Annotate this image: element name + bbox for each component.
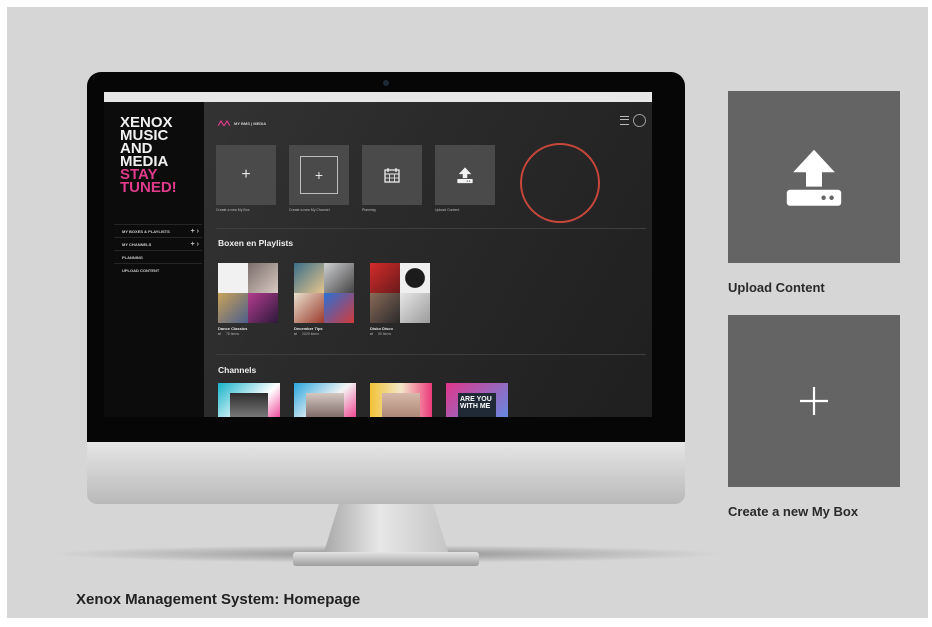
channel-art bbox=[306, 393, 344, 417]
upload-icon bbox=[786, 149, 842, 206]
calendar-icon bbox=[384, 168, 400, 183]
section-title-playlists: Boxen en Playlists bbox=[218, 238, 294, 248]
divider bbox=[216, 228, 646, 229]
upload-content-label: Upload Content bbox=[728, 280, 825, 295]
create-my-box-label: Create a new My Box bbox=[728, 504, 859, 519]
upload-icon bbox=[457, 167, 473, 184]
playlist-count: 90 items bbox=[377, 332, 392, 336]
upload-content-panel[interactable] bbox=[728, 91, 900, 263]
sidebar-item-label: MY BOXES & PLAYLISTS bbox=[122, 228, 170, 234]
sidebar: XENOX MUSIC AND MEDIA STAY TUNED! MY BOX… bbox=[104, 102, 204, 417]
album-art bbox=[370, 263, 430, 323]
create-my-box-panel[interactable] bbox=[728, 315, 900, 487]
playlist-meta: ⇄ 90 items bbox=[370, 332, 430, 336]
channel-card[interactable] bbox=[294, 383, 356, 417]
playlist-name: Disko Disco bbox=[370, 326, 393, 331]
tile-create-my-channel[interactable]: + Create a new My Channel bbox=[289, 145, 349, 212]
tile-label: Planning bbox=[362, 208, 376, 212]
app-logo[interactable]: XENOX MUSIC AND MEDIA STAY TUNED! bbox=[120, 115, 177, 196]
channel-art bbox=[230, 393, 268, 417]
shuffle-icon: ⇄ bbox=[294, 332, 297, 336]
user-icon[interactable] bbox=[633, 114, 646, 127]
monitor-stand-foot bbox=[293, 552, 479, 566]
header-icons bbox=[620, 114, 646, 127]
playlist-meta: ⇄ 2029 items bbox=[294, 332, 354, 336]
album-art bbox=[218, 263, 278, 323]
playlist-count: 2029 items bbox=[301, 332, 320, 336]
add-expand-controls[interactable]: + › bbox=[191, 241, 199, 248]
channel-art-text: ARE YOU WITH ME bbox=[460, 396, 492, 410]
breadcrumb-text: MY BMS | MEDIA bbox=[234, 120, 267, 126]
monitor-stand-neck bbox=[324, 504, 448, 552]
breadcrumb: MY BMS | MEDIA bbox=[218, 120, 266, 126]
action-tiles: + Create a new My Box + Create a new My … bbox=[216, 145, 495, 212]
app-screen: XENOX MUSIC AND MEDIA STAY TUNED! MY BOX… bbox=[104, 92, 652, 417]
tile-box bbox=[362, 145, 422, 205]
tile-box: + bbox=[289, 145, 349, 205]
shuffle-icon: ⇄ bbox=[218, 332, 221, 336]
main-content: MY BMS | MEDIA + Create a new My Box + C… bbox=[204, 102, 652, 417]
tile-upload-content[interactable]: Upload Content bbox=[435, 145, 495, 212]
divider bbox=[216, 354, 646, 355]
browser-strip bbox=[104, 92, 652, 102]
section-title-channels: Channels bbox=[218, 365, 257, 375]
tile-planning[interactable]: Planning bbox=[362, 145, 422, 212]
figure-caption: Xenox Management System: Homepage bbox=[76, 591, 361, 608]
tile-label: Create a new My Channel bbox=[289, 208, 330, 212]
sidebar-item-planning[interactable]: PLANNING bbox=[114, 250, 202, 263]
sidebar-item-channels[interactable]: MY CHANNELS + › bbox=[114, 237, 202, 250]
sidebar-item-label: UPLOAD CONTENT bbox=[122, 267, 160, 273]
album-art bbox=[294, 263, 354, 323]
playlist-meta: ⇄ 78 items bbox=[218, 332, 278, 336]
channel-card[interactable] bbox=[218, 383, 280, 417]
add-expand-controls[interactable]: + › bbox=[191, 228, 199, 235]
playlist-count: 78 items bbox=[225, 332, 240, 336]
highlight-circle bbox=[520, 143, 600, 223]
sidebar-nav: MY BOXES & PLAYLISTS + › MY CHANNELS + ›… bbox=[114, 224, 202, 276]
plus-icon: + bbox=[241, 166, 251, 183]
webcam-dot bbox=[383, 80, 389, 86]
monitor-chin bbox=[87, 442, 685, 504]
tile-create-my-box[interactable]: + Create a new My Box bbox=[216, 145, 276, 212]
sidebar-item-upload-content[interactable]: UPLOAD CONTENT bbox=[114, 263, 202, 276]
tile-label: Create a new My Box bbox=[216, 208, 250, 212]
plus-icon bbox=[800, 387, 828, 415]
playlist-name: Dance Classics bbox=[218, 326, 248, 331]
brand-mark-icon bbox=[218, 120, 230, 126]
channel-list: ARE YOU WITH ME bbox=[218, 383, 508, 417]
channel-card[interactable] bbox=[370, 383, 432, 417]
playlist-card[interactable]: Disko Disco ⇄ 90 items bbox=[370, 263, 430, 336]
plus-icon: + bbox=[300, 156, 338, 194]
tile-label: Upload Content bbox=[435, 208, 460, 212]
channel-art bbox=[382, 393, 420, 417]
playlist-card[interactable]: Dance Classics ⇄ 78 items bbox=[218, 263, 278, 336]
channel-card[interactable]: ARE YOU WITH ME bbox=[446, 383, 508, 417]
sidebar-item-boxes-playlists[interactable]: MY BOXES & PLAYLISTS + › bbox=[114, 224, 202, 237]
tile-box bbox=[435, 145, 495, 205]
playlist-list: Dance Classics ⇄ 78 items December Tips … bbox=[218, 263, 430, 336]
tile-box: + bbox=[216, 145, 276, 205]
logo-tagline: TUNED! bbox=[120, 179, 177, 196]
playlist-card[interactable]: December Tips ⇄ 2029 items bbox=[294, 263, 354, 336]
sidebar-item-label: MY CHANNELS bbox=[122, 241, 152, 247]
playlist-name: December Tips bbox=[294, 326, 323, 331]
menu-icon[interactable] bbox=[620, 116, 629, 125]
shuffle-icon: ⇄ bbox=[370, 332, 373, 336]
sidebar-item-label: PLANNING bbox=[122, 254, 143, 260]
